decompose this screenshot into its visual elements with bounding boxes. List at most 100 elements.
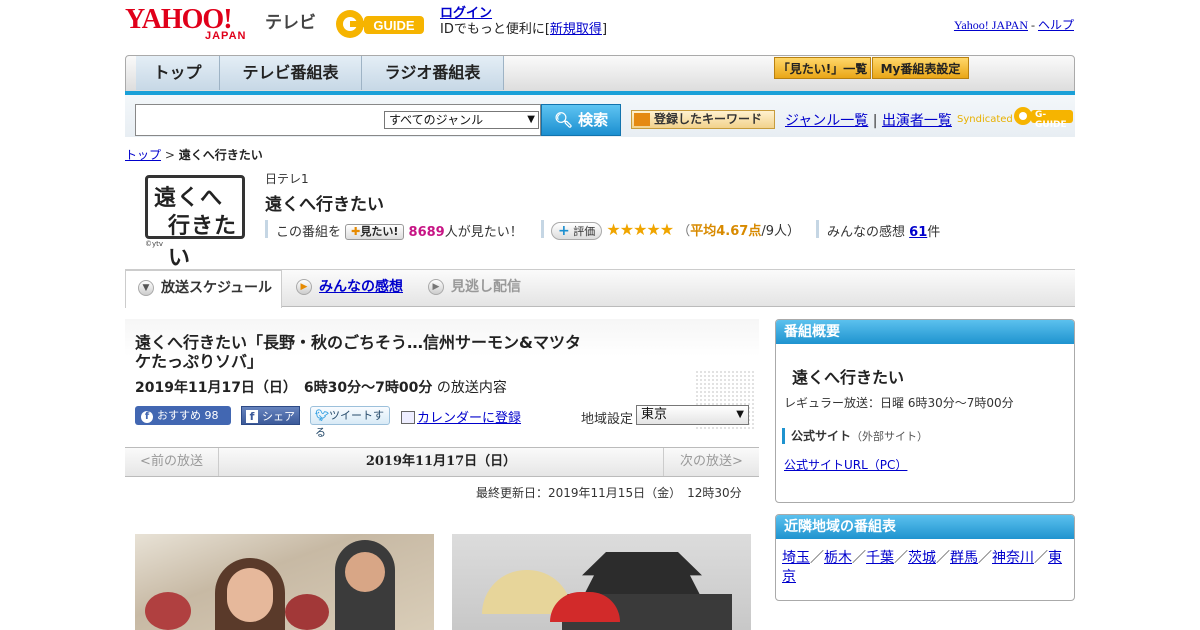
rating-section: + 評価 ★★★★★ （平均4.67点/9人）	[551, 220, 800, 240]
nav-tab-radio-schedule[interactable]: ラジオ番組表	[362, 56, 504, 90]
login-link[interactable]: ログイン	[440, 6, 492, 21]
search-links: ジャンル一覧 | 出演者一覧	[785, 110, 952, 130]
face-shape	[345, 552, 385, 592]
cast-list-link[interactable]: 出演者一覧	[882, 113, 952, 129]
syndicated-text: Syndicated	[957, 114, 1013, 125]
broadcast-pager: <前の放送 2019年11月17日（日） 次の放送>	[125, 447, 759, 477]
program-logo-line2: 行きたい	[168, 214, 238, 271]
regular-broadcast: レギュラー放送：日曜 6時30分～7時00分	[784, 396, 1014, 410]
impressions-count-link[interactable]: 61	[909, 225, 927, 240]
syndicated-gguide-logo: Syndicated G-GUIDE	[957, 104, 1075, 130]
top-right-links: Yahoo! JAPAN - ヘルプ	[954, 16, 1074, 33]
my-schedule-button[interactable]: My番組表設定	[872, 57, 969, 79]
search-button[interactable]: 🔍︎ 検索	[541, 104, 621, 136]
region-sep: ／	[810, 550, 824, 566]
register-link[interactable]: 新規取得	[550, 22, 602, 37]
breadcrumb-home[interactable]: トップ	[125, 148, 161, 162]
gguide-logo[interactable]: GUIDE	[334, 6, 432, 42]
yahoo-japan-text: JAPAN	[205, 30, 247, 42]
mitai-list-button[interactable]: 「見たい!」一覧	[774, 57, 871, 79]
twitter-bird-icon: 🐦︎	[315, 409, 329, 422]
nav-tab-tv-schedule[interactable]: テレビ番組表	[220, 56, 362, 90]
region-link-tochigi[interactable]: 栃木	[824, 550, 852, 566]
genre-select[interactable]: すべてのジャンル ▼	[384, 111, 539, 129]
region-link-kanagawa[interactable]: 神奈川	[992, 550, 1034, 566]
search-links-divider: |	[872, 113, 878, 129]
help-link[interactable]: ヘルプ	[1038, 18, 1074, 32]
program-overview-header: 番組概要	[776, 320, 1074, 344]
mitai-button-label: 見たい!	[360, 225, 399, 238]
impressions-unit: 件	[927, 225, 941, 240]
next-broadcast-button[interactable]: 次の放送>	[663, 448, 759, 476]
facebook-icon: f	[246, 410, 258, 423]
nearby-schedule-header: 近隣地域の番組表	[776, 515, 1074, 539]
facebook-like-button[interactable]: f おすすめ 98	[135, 406, 231, 425]
program-tabs: ▼ 放送スケジュール ▶ みんなの感想 ▶ 見逃し配信	[125, 269, 1075, 308]
region-link-chiba[interactable]: 千葉	[866, 550, 894, 566]
program-title: 遠くへ行きたい	[265, 195, 384, 215]
logo-credit: ©ytv	[145, 240, 164, 248]
tab-catchup-label: 見逃し配信	[451, 279, 521, 295]
calendar-icon	[401, 411, 415, 424]
search-button-label: 検索	[578, 111, 609, 129]
official-site-heading: 公式サイト（外部サイト）	[782, 428, 928, 444]
facebook-icon: f	[141, 411, 153, 423]
plus-icon: ✚	[351, 225, 361, 238]
official-site-url-link[interactable]: 公式サイトURL（PC）	[784, 456, 907, 473]
help-separator: -	[1030, 18, 1035, 32]
region-sep: ／	[1034, 550, 1048, 566]
fb-like-count: 98	[204, 409, 219, 422]
region-sep: ／	[936, 550, 950, 566]
search-icon: 🔍︎	[553, 111, 573, 129]
rating-count: /9人）	[761, 224, 800, 239]
fb-like-label: おすすめ	[157, 409, 201, 422]
facebook-share-button[interactable]: f シェア	[241, 406, 300, 425]
mitai-suffix: 人が見たい！	[444, 225, 523, 240]
last-updated: 最終更新日：2019年11月15日（金） 12時30分	[476, 486, 742, 500]
region-select-value: 東京	[641, 407, 668, 422]
official-site-label: 公式サイト	[791, 429, 852, 443]
mitai-prefix: この番組を	[276, 225, 342, 240]
meta-divider	[541, 220, 544, 238]
apple-shape	[285, 594, 329, 630]
nav-tab-top[interactable]: トップ	[136, 56, 220, 90]
region-link-saitama[interactable]: 埼玉	[782, 550, 810, 566]
apple-shape	[145, 592, 191, 630]
share-label: シェア	[262, 410, 295, 423]
region-select[interactable]: 東京 ▼	[636, 405, 749, 425]
meta-divider	[816, 220, 819, 238]
face-shape	[227, 568, 273, 622]
rate-button[interactable]: + 評価	[551, 222, 603, 240]
mitai-section: この番組を ✚見たい! 8689人が見たい！	[276, 221, 523, 240]
calendar-register-link[interactable]: カレンダーに登録	[417, 411, 521, 426]
current-broadcast-date: 2019年11月17日（日）	[365, 454, 517, 469]
mitai-count: 8689	[408, 225, 445, 240]
region-link-gunma[interactable]: 群馬	[950, 550, 978, 566]
calendar-register: カレンダーに登録	[401, 407, 521, 426]
impressions-label: みんなの感想	[827, 225, 906, 240]
registered-keyword-button[interactable]: 登録したキーワード	[631, 110, 775, 129]
nearby-region-list: 埼玉／栃木／千葉／茨城／群馬／神奈川／東京	[782, 549, 1068, 587]
region-label: 地域設定	[581, 412, 634, 427]
prev-broadcast-button[interactable]: <前の放送	[125, 448, 219, 476]
genre-select-value: すべてのジャンル	[389, 113, 484, 127]
chevron-down-icon: ▼	[527, 114, 535, 125]
tab-impressions[interactable]: ▶ みんなの感想	[284, 270, 414, 306]
tweet-button[interactable]: 🐦︎ツイートする	[310, 406, 390, 439]
region-link-ibaraki[interactable]: 茨城	[908, 550, 936, 566]
genre-list-link[interactable]: ジャンル一覧	[785, 113, 868, 129]
rating-open: （	[677, 224, 691, 239]
tab-catchup[interactable]: ▶ 見逃し配信	[416, 270, 546, 306]
yahoo-logo[interactable]: YAHOO! JAPAN	[125, 6, 261, 43]
plus-icon: +	[558, 223, 570, 239]
official-site-note: （外部サイト）	[851, 430, 929, 443]
tab-schedule[interactable]: ▼ 放送スケジュール	[125, 270, 282, 308]
syndicated-logo-text: G-GUIDE	[1035, 110, 1067, 130]
nearby-schedule-box: 近隣地域の番組表 埼玉／栃木／千葉／茨城／群馬／神奈川／東京	[775, 514, 1075, 601]
keyword-icon	[634, 113, 650, 126]
mitai-button[interactable]: ✚見たい!	[345, 224, 405, 240]
program-logo: 遠くへ 行きたい	[145, 175, 245, 271]
yahoo-japan-link[interactable]: Yahoo! JAPAN	[954, 18, 1028, 32]
tab-impressions-label: みんなの感想	[319, 279, 403, 295]
rating-average: 平均4.67点	[690, 224, 762, 239]
